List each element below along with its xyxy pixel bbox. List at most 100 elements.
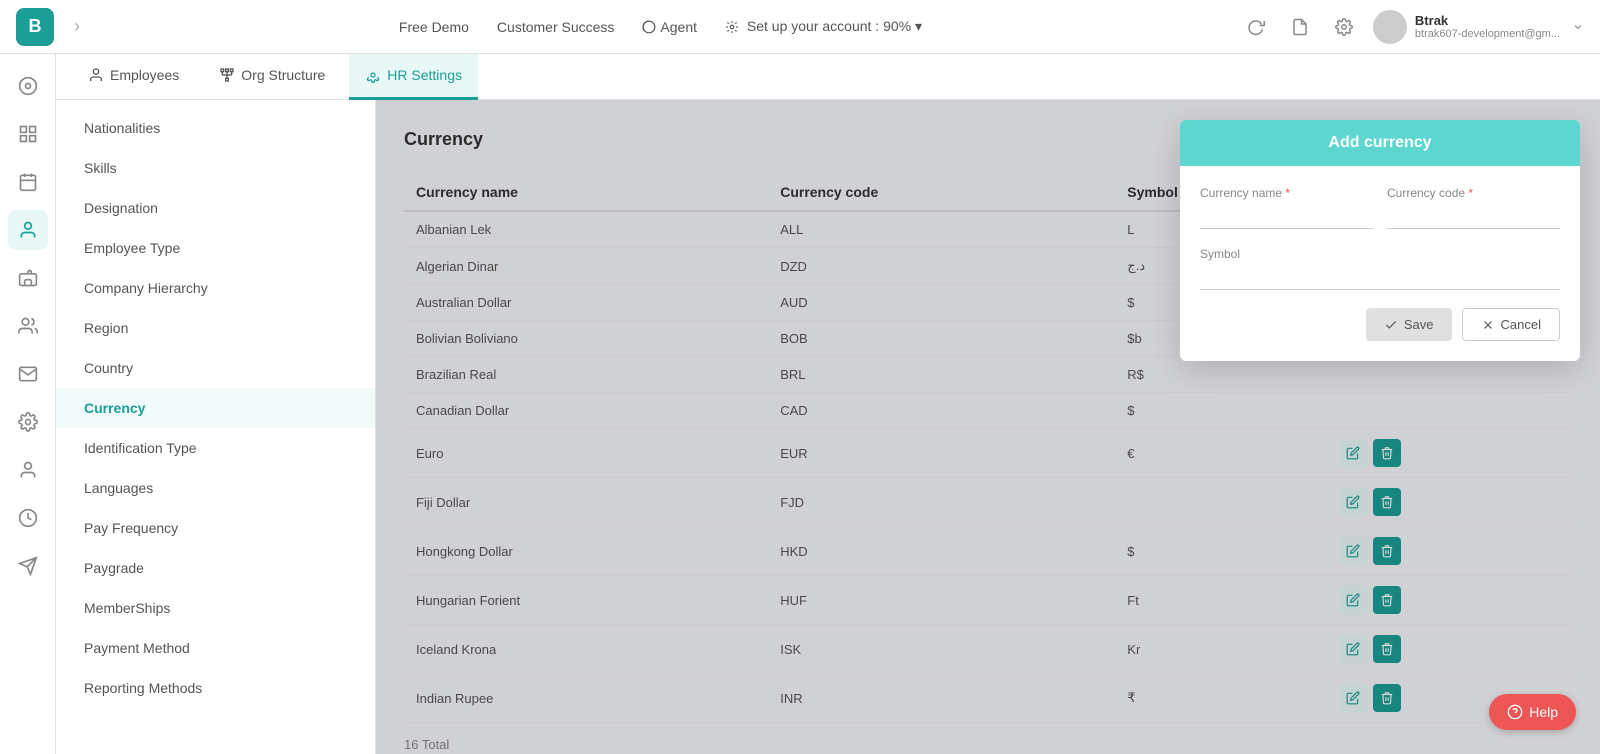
cell-actions bbox=[1327, 576, 1572, 625]
help-button[interactable]: Help bbox=[1489, 694, 1576, 730]
content-area: Employees Org Structure HR Settings Nati… bbox=[56, 54, 1600, 754]
edit-button[interactable] bbox=[1339, 439, 1367, 467]
tab-bar: Employees Org Structure HR Settings bbox=[56, 54, 1600, 100]
nav-customer-success[interactable]: Customer Success bbox=[497, 19, 614, 35]
settings-item-languages[interactable]: Languages bbox=[56, 468, 375, 508]
settings-item-pay-frequency[interactable]: Pay Frequency bbox=[56, 508, 375, 548]
settings-icon-btn[interactable] bbox=[1329, 12, 1359, 42]
messages-icon bbox=[18, 364, 38, 384]
user-menu[interactable]: Btrak btrak607-development@gm... bbox=[1373, 10, 1584, 44]
settings-item-designation[interactable]: Designation bbox=[56, 188, 375, 228]
edit-button[interactable] bbox=[1339, 684, 1367, 712]
settings-item-employee-type[interactable]: Employee Type bbox=[56, 228, 375, 268]
cell-currency-code: EUR bbox=[768, 429, 1115, 478]
chevron-down-icon bbox=[1572, 21, 1584, 33]
settings-item-payment-method[interactable]: Payment Method bbox=[56, 628, 375, 668]
nav-more-dots[interactable]: › bbox=[74, 16, 80, 37]
sidebar-item-profile[interactable] bbox=[8, 450, 48, 490]
sidebar-item-history[interactable] bbox=[8, 498, 48, 538]
cell-actions bbox=[1327, 357, 1572, 393]
cell-currency-name: Indian Rupee bbox=[404, 674, 768, 723]
edit-button[interactable] bbox=[1339, 488, 1367, 516]
cell-currency-name: Hongkong Dollar bbox=[404, 527, 768, 576]
travel-icon bbox=[18, 556, 38, 576]
delete-button[interactable] bbox=[1373, 635, 1401, 663]
agent-icon bbox=[642, 20, 656, 34]
tab-employees[interactable]: Employees bbox=[72, 54, 195, 100]
refresh-icon-btn[interactable] bbox=[1241, 12, 1271, 42]
cell-currency-code: BRL bbox=[768, 357, 1115, 393]
settings-item-skills[interactable]: Skills bbox=[56, 148, 375, 188]
sidebar-item-travel[interactable] bbox=[8, 546, 48, 586]
edit-button[interactable] bbox=[1339, 586, 1367, 614]
cell-currency-name: Canadian Dollar bbox=[404, 393, 768, 429]
app-logo[interactable]: B bbox=[16, 8, 54, 46]
settings-item-reporting-methods[interactable]: Reporting Methods bbox=[56, 668, 375, 708]
currency-name-required: * bbox=[1285, 186, 1290, 200]
settings-item-memberships[interactable]: MemberShips bbox=[56, 588, 375, 628]
modal-body: Currency name * Currency code * bbox=[1180, 166, 1580, 361]
symbol-label: Symbol bbox=[1200, 247, 1560, 261]
col-currency-name: Currency name bbox=[404, 174, 768, 211]
main-content: Currency + Currency name Currency code S… bbox=[376, 100, 1600, 754]
dashboard-icon bbox=[18, 124, 38, 144]
nav-setup[interactable]: Set up your account : 90% ▾ bbox=[725, 18, 922, 35]
delete-button[interactable] bbox=[1373, 439, 1401, 467]
navbar-links: Free Demo Customer Success Agent Set up … bbox=[100, 18, 1221, 35]
tab-org-structure[interactable]: Org Structure bbox=[203, 54, 341, 100]
tab-hr-settings[interactable]: HR Settings bbox=[349, 54, 478, 100]
delete-button[interactable] bbox=[1373, 586, 1401, 614]
cell-actions bbox=[1327, 625, 1572, 674]
tab-employees-icon bbox=[88, 67, 104, 83]
modal-header: Add currency bbox=[1180, 120, 1580, 166]
sidebar-item-teams[interactable] bbox=[8, 306, 48, 346]
edit-button[interactable] bbox=[1339, 537, 1367, 565]
delete-button[interactable] bbox=[1373, 684, 1401, 712]
cell-actions bbox=[1327, 527, 1572, 576]
settings-icon bbox=[1335, 18, 1353, 36]
cell-currency-code: ALL bbox=[768, 211, 1115, 248]
cancel-button[interactable]: Cancel bbox=[1462, 308, 1560, 341]
cell-symbol: € bbox=[1115, 429, 1327, 478]
sidebar-item-settings[interactable] bbox=[8, 402, 48, 442]
sidebar-item-dashboard[interactable] bbox=[8, 114, 48, 154]
settings-item-paygrade[interactable]: Paygrade bbox=[56, 548, 375, 588]
cancel-x-icon bbox=[1481, 318, 1495, 332]
sidebar-item-jobs[interactable] bbox=[8, 258, 48, 298]
currency-code-input[interactable] bbox=[1387, 204, 1560, 229]
cell-currency-name: Brazilian Real bbox=[404, 357, 768, 393]
add-currency-modal: Add currency Currency name * bbox=[1180, 120, 1580, 361]
settings-item-currency[interactable]: Currency bbox=[56, 388, 375, 428]
tab-org-icon bbox=[219, 67, 235, 83]
sidebar-item-calendar[interactable] bbox=[8, 162, 48, 202]
settings-item-identification-type[interactable]: Identification Type bbox=[56, 428, 375, 468]
edit-icon bbox=[1346, 495, 1360, 509]
cell-actions bbox=[1327, 478, 1572, 527]
settings-item-company-hierarchy[interactable]: Company Hierarchy bbox=[56, 268, 375, 308]
currency-name-input[interactable] bbox=[1200, 204, 1373, 229]
edit-icon bbox=[1346, 691, 1360, 705]
delete-button[interactable] bbox=[1373, 488, 1401, 516]
document-icon-btn[interactable] bbox=[1285, 12, 1315, 42]
table-row: Euro EUR € bbox=[404, 429, 1572, 478]
symbol-input[interactable] bbox=[1200, 265, 1560, 290]
icon-sidebar bbox=[0, 54, 56, 754]
cell-symbol: $ bbox=[1115, 527, 1327, 576]
settings-item-nationalities[interactable]: Nationalities bbox=[56, 108, 375, 148]
delete-button[interactable] bbox=[1373, 537, 1401, 565]
table-row: Iceland Krona ISK Kr bbox=[404, 625, 1572, 674]
modal-row-2: Symbol bbox=[1200, 247, 1560, 290]
table-footer: 16 Total bbox=[404, 737, 1572, 752]
settings-item-region[interactable]: Region bbox=[56, 308, 375, 348]
delete-icon bbox=[1380, 593, 1394, 607]
sidebar-item-analytics[interactable] bbox=[8, 66, 48, 106]
currency-code-required: * bbox=[1468, 186, 1473, 200]
nav-agent[interactable]: Agent bbox=[642, 19, 697, 35]
nav-free-demo[interactable]: Free Demo bbox=[399, 19, 469, 35]
save-button[interactable]: Save bbox=[1366, 308, 1452, 341]
refresh-icon bbox=[1247, 18, 1265, 36]
sidebar-item-employees[interactable] bbox=[8, 210, 48, 250]
settings-item-country[interactable]: Country bbox=[56, 348, 375, 388]
edit-button[interactable] bbox=[1339, 635, 1367, 663]
sidebar-item-messages[interactable] bbox=[8, 354, 48, 394]
